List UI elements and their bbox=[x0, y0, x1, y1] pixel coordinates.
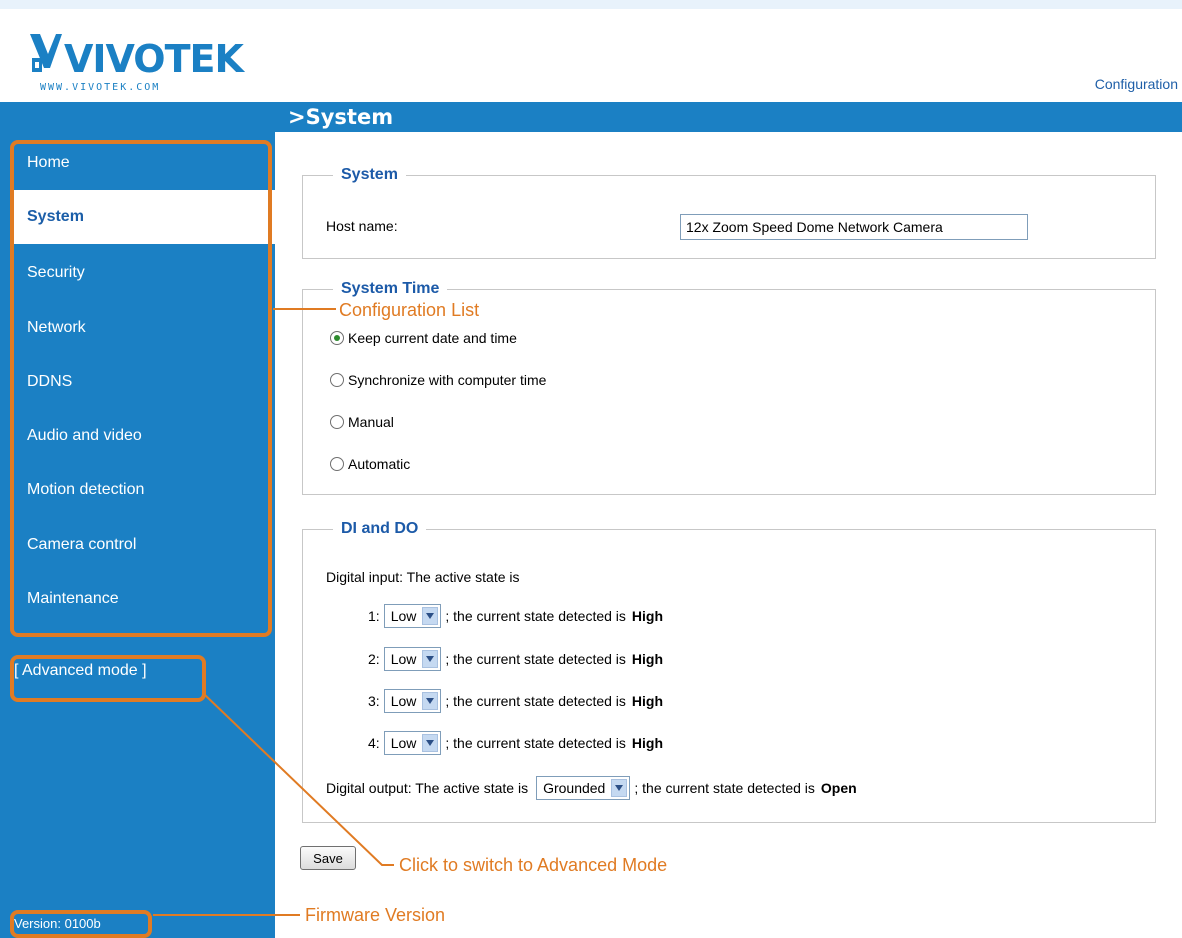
chevron-down-icon[interactable] bbox=[422, 734, 439, 752]
vivotek-logo: VIVOTEK WWW.VIVOTEK.COM bbox=[30, 34, 246, 93]
title-bar bbox=[275, 102, 1182, 132]
version-highlight bbox=[10, 910, 152, 938]
input-state-text: ; the current state detected is bbox=[445, 735, 626, 751]
input-state-select[interactable]: Low bbox=[383, 604, 442, 628]
radio-label: Manual bbox=[348, 414, 394, 430]
host-name-label: Host name: bbox=[326, 218, 398, 234]
input-current-state: High bbox=[631, 651, 664, 667]
input-state-select[interactable]: Low bbox=[383, 731, 442, 755]
select-value: Low bbox=[390, 651, 417, 667]
radio-label: Keep current date and time bbox=[348, 330, 517, 346]
radio-button[interactable] bbox=[330, 373, 344, 387]
firmware-annotation: Firmware Version bbox=[305, 905, 446, 925]
logo-url: WWW.VIVOTEK.COM bbox=[40, 82, 160, 93]
digital-input-row: 4: Low ; the current state detected is H… bbox=[368, 731, 663, 755]
digital-input-label: Digital input: The active state is bbox=[326, 569, 520, 585]
input-state-select[interactable]: Low bbox=[383, 647, 442, 671]
di-do-legend: DI and DO bbox=[341, 520, 419, 537]
output-state-text: ; the current state detected is bbox=[634, 780, 815, 796]
host-name-input[interactable] bbox=[680, 214, 1028, 240]
advanced-mode-annotation: Click to switch to Advanced Mode bbox=[399, 855, 668, 875]
digital-output-row: Digital output: The active state is Grou… bbox=[326, 776, 857, 800]
config-list-annotation: Configuration List bbox=[339, 300, 480, 320]
input-current-state: High bbox=[631, 735, 664, 751]
radio-label: Synchronize with computer time bbox=[348, 372, 547, 388]
input-number: 3: bbox=[368, 693, 380, 709]
input-state-select[interactable]: Low bbox=[383, 689, 442, 713]
input-current-state: High bbox=[631, 693, 664, 709]
select-value: Grounded bbox=[543, 780, 606, 796]
digital-input-row: 2: Low ; the current state detected is H… bbox=[368, 647, 663, 671]
input-number: 2: bbox=[368, 651, 380, 667]
logo-wordmark: VIVOTEK bbox=[64, 37, 245, 81]
advanced-mode-highlight bbox=[10, 655, 206, 702]
input-state-text: ; the current state detected is bbox=[445, 693, 626, 709]
input-state-text: ; the current state detected is bbox=[445, 608, 626, 624]
chevron-down-icon[interactable] bbox=[422, 692, 439, 710]
input-number: 1: bbox=[368, 608, 380, 624]
radio-automatic[interactable]: Automatic bbox=[330, 456, 410, 472]
save-button[interactable]: Save bbox=[300, 846, 356, 870]
input-current-state: High bbox=[631, 608, 664, 624]
input-state-text: ; the current state detected is bbox=[445, 651, 626, 667]
select-value: Low bbox=[390, 693, 417, 709]
output-state-select[interactable]: Grounded bbox=[536, 776, 631, 800]
radio-keep-current[interactable]: Keep current date and time bbox=[330, 330, 517, 346]
radio-sync-computer[interactable]: Synchronize with computer time bbox=[330, 372, 546, 388]
chevron-down-icon[interactable] bbox=[422, 650, 439, 668]
configuration-link[interactable]: Configuration bbox=[1095, 76, 1178, 92]
radio-button-checked[interactable] bbox=[330, 331, 344, 345]
digital-input-row: 1: Low ; the current state detected is H… bbox=[368, 604, 663, 628]
top-border bbox=[0, 0, 1182, 9]
system-section: System bbox=[302, 166, 1156, 259]
system-time-legend: System Time bbox=[341, 280, 440, 297]
radio-button[interactable] bbox=[330, 415, 344, 429]
input-number: 4: bbox=[368, 735, 380, 751]
digital-input-row: 3: Low ; the current state detected is H… bbox=[368, 689, 663, 713]
config-list-highlight bbox=[10, 140, 272, 637]
radio-manual[interactable]: Manual bbox=[330, 414, 394, 430]
system-legend: System bbox=[341, 166, 398, 183]
chevron-down-icon[interactable] bbox=[422, 607, 439, 625]
chevron-down-icon[interactable] bbox=[611, 779, 628, 797]
radio-label: Automatic bbox=[348, 456, 411, 472]
radio-button[interactable] bbox=[330, 457, 344, 471]
select-value: Low bbox=[390, 608, 417, 624]
output-current-state: Open bbox=[820, 780, 857, 796]
select-value: Low bbox=[390, 735, 417, 751]
digital-output-label: Digital output: The active state is bbox=[326, 780, 529, 796]
page-title: >System bbox=[288, 105, 394, 129]
